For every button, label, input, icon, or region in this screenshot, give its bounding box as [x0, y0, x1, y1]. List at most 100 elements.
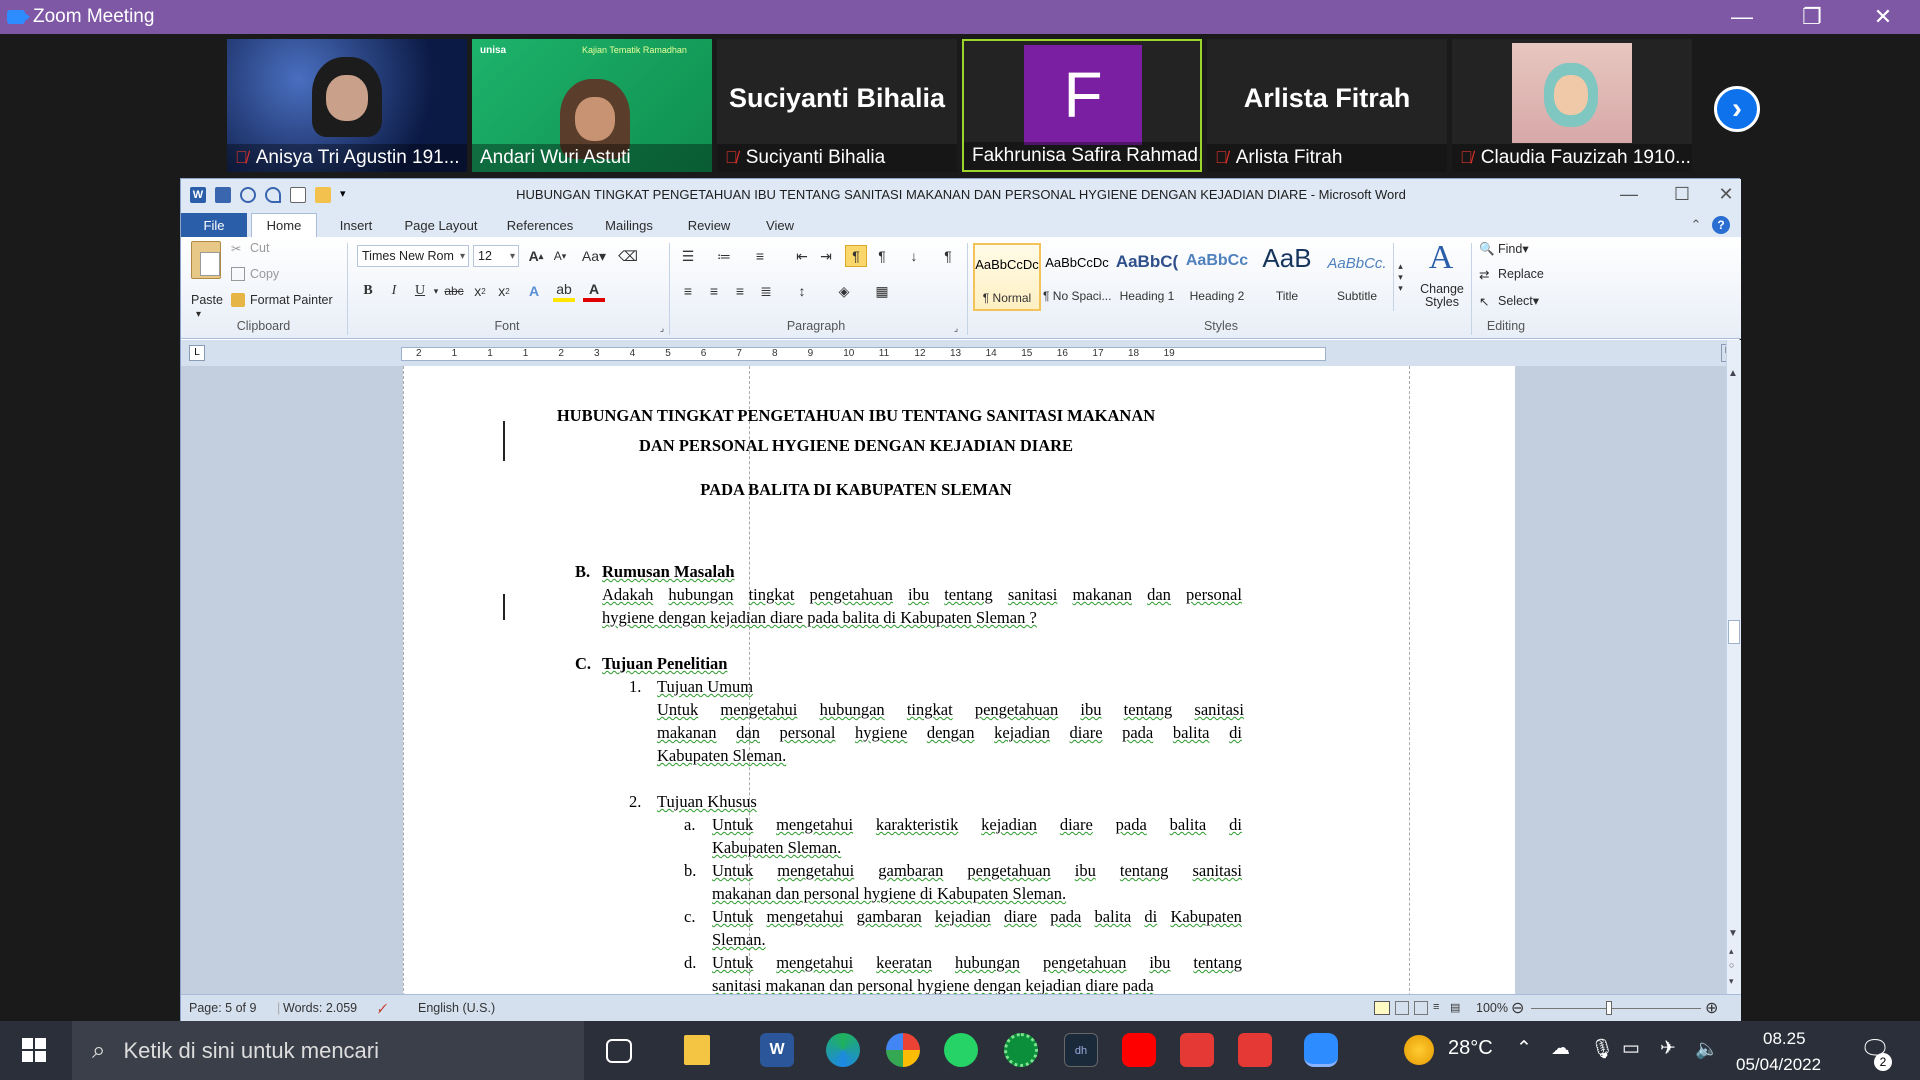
vertical-scrollbar[interactable]: ▲ ▼ ▴ ○ ▾ [1726, 340, 1741, 994]
style-normal[interactable]: AaBbCcDc ¶ Normal [973, 243, 1041, 311]
line-spacing-icon[interactable]: ↕ [791, 280, 813, 302]
word-maximize-button[interactable]: ☐ [1658, 181, 1706, 207]
style-heading-1[interactable]: AaBbC( Heading 1 [1113, 243, 1181, 311]
youtube-icon[interactable] [1122, 1033, 1156, 1067]
video-app-icon[interactable] [1180, 1033, 1214, 1067]
tab-file[interactable]: File [181, 213, 247, 237]
change-styles-icon[interactable]: A [1421, 239, 1461, 279]
clock-time[interactable]: 08.25 [1763, 1029, 1806, 1049]
horizontal-ruler[interactable]: 2 1 1 1 2 3 4 5 6 7 8 9 10 11 12 13 14 15 16 17 18 19 [401, 347, 1326, 361]
edge-icon[interactable] [826, 1033, 860, 1067]
page-count[interactable]: Page: 5 of 9 [189, 1001, 256, 1015]
zoom-level[interactable]: 100% [1476, 1001, 1508, 1015]
decrease-indent-icon[interactable]: ⇤ [791, 245, 813, 267]
participant-tile-active-speaker[interactable]: F Fakhrunisa Safira Rahmad... [962, 39, 1202, 172]
multilevel-list-icon[interactable]: ≡ [749, 245, 771, 267]
tab-mailings[interactable]: Mailings [587, 213, 671, 237]
onedrive-cloud-icon[interactable]: ☁ [1551, 1037, 1570, 1060]
participant-tile[interactable]: 🎙̸ Claudia Fauzizah 1910... [1452, 39, 1692, 172]
style-subtitle[interactable]: AaBbCc. Subtitle [1323, 243, 1391, 311]
next-page-chevron-icon[interactable]: › [1714, 86, 1760, 132]
paste-icon[interactable] [191, 241, 221, 279]
shrink-font-icon[interactable]: A ▾ [549, 245, 571, 267]
subscript-icon[interactable]: x2 [469, 280, 491, 302]
tray-chevron-icon[interactable]: ⌃ [1516, 1037, 1532, 1060]
task-view-icon[interactable] [606, 1039, 632, 1063]
microphone-icon[interactable]: 🎙 [1590, 1037, 1614, 1061]
copy-button[interactable]: Copy [231, 267, 279, 281]
proofing-icon[interactable]: ✓̸ [377, 1001, 387, 1016]
tab-view[interactable]: View [747, 213, 813, 237]
cut-button[interactable]: ✂ Cut [231, 241, 269, 256]
weather-icon[interactable] [1404, 1035, 1434, 1065]
participant-tile[interactable]: Arlista Fitrah 🎙̸ Arlista Fitrah [1207, 39, 1447, 172]
font-color-icon[interactable]: A [583, 280, 605, 302]
bullets-icon[interactable]: ☰ [677, 245, 699, 267]
strikethrough-icon[interactable]: abc [443, 280, 465, 302]
whatsapp-icon[interactable] [944, 1033, 978, 1067]
show-formatting-icon[interactable]: ¶ [937, 245, 959, 267]
select-browse-object-icon[interactable]: ○ [1729, 960, 1734, 970]
outline-view-icon[interactable]: ≡ [1433, 1001, 1439, 1013]
help-icon[interactable]: ? [1711, 213, 1731, 237]
weather-temperature[interactable]: 28°C [1448, 1037, 1493, 1060]
font-size-combo[interactable]: 12 [473, 245, 519, 267]
taskbar-search-box[interactable]: ⌕ Ketik di sini untuk mencari [72, 1021, 584, 1080]
tab-home[interactable]: Home [251, 213, 317, 237]
style-no-spacing[interactable]: AaBbCcDc ¶ No Spaci... [1043, 243, 1111, 311]
web-layout-icon[interactable] [1414, 1001, 1428, 1015]
text-effects-icon[interactable]: A [523, 280, 545, 302]
tab-insert[interactable]: Insert [321, 213, 391, 237]
zoom-out-icon[interactable]: ⊖ [1511, 998, 1524, 1018]
previous-page-icon[interactable]: ▴ [1729, 946, 1734, 957]
participant-tile[interactable]: Suciyanti Bihalia 🎙̸ Suciyanti Bihalia [717, 39, 957, 172]
tab-page-layout[interactable]: Page Layout [391, 213, 491, 237]
select-button[interactable]: ↖ Select ▾ [1479, 293, 1539, 309]
scroll-thumb[interactable] [1728, 620, 1740, 644]
paragraph-dialog-launcher-icon[interactable]: ⌟ [945, 317, 967, 339]
align-right-icon[interactable]: ≡ [729, 280, 751, 302]
next-page-icon[interactable]: ▾ [1729, 976, 1734, 987]
word-taskbar-icon[interactable]: W [760, 1033, 794, 1067]
language-indicator[interactable]: English (U.S.) [418, 1001, 495, 1015]
close-button[interactable]: ✕ [1848, 0, 1918, 34]
tab-selector-icon[interactable]: L [189, 345, 205, 361]
battery-icon[interactable]: ▭ [1622, 1037, 1640, 1060]
restore-button[interactable]: ❐ [1777, 0, 1847, 34]
styles-scroll-icon[interactable]: ▴ ▾ ▾ [1393, 243, 1407, 311]
scroll-up-icon[interactable]: ▲ [1728, 368, 1738, 379]
app-green-icon[interactable] [1004, 1033, 1038, 1067]
windows-start-icon[interactable] [22, 1038, 46, 1062]
word-count[interactable]: Words: 2.059 [283, 1001, 357, 1015]
volume-icon[interactable]: 🔈 [1695, 1037, 1719, 1061]
italic-icon[interactable]: I [383, 280, 405, 302]
change-styles-button[interactable]: Change Styles [1415, 283, 1469, 309]
google-icon[interactable] [886, 1033, 920, 1067]
style-heading-2[interactable]: AaBbCc Heading 2 [1183, 243, 1251, 311]
bold-icon[interactable]: B [357, 280, 379, 302]
word-close-button[interactable]: ✕ [1711, 181, 1741, 207]
zoom-slider-thumb[interactable] [1606, 1001, 1612, 1015]
format-painter-button[interactable]: Format Painter [231, 293, 333, 307]
ltr-direction-icon[interactable]: ¶ [845, 245, 867, 267]
clock-date[interactable]: 05/04/2022 [1736, 1055, 1821, 1075]
print-layout-view-icon[interactable] [1374, 1001, 1390, 1015]
find-button[interactable]: 🔍 Find ▾ [1479, 241, 1529, 257]
word-minimize-button[interactable]: — [1605, 181, 1653, 207]
clear-formatting-icon[interactable]: ⌫ [617, 245, 639, 267]
app-dark-icon[interactable]: dh [1064, 1033, 1098, 1067]
replace-button[interactable]: ⇄ Replace [1479, 267, 1544, 282]
numbering-icon[interactable]: ≔ [713, 245, 735, 267]
superscript-icon[interactable]: x2 [493, 280, 515, 302]
font-name-combo[interactable]: Times New Rom [357, 245, 469, 267]
tab-review[interactable]: Review [671, 213, 747, 237]
document-page[interactable]: HUBUNGAN TINGKAT PENGETAHUAN IBU TENTANG… [403, 366, 1515, 994]
change-case-icon[interactable]: Aa▾ [579, 245, 609, 267]
full-screen-reading-icon[interactable] [1395, 1001, 1409, 1015]
minimize-ribbon-icon[interactable]: ⌃ [1686, 213, 1706, 237]
scroll-down-icon[interactable]: ▼ [1728, 928, 1738, 939]
shading-icon[interactable]: ◈ [833, 280, 855, 302]
draft-view-icon[interactable]: ▤ [1450, 1001, 1460, 1014]
sort-icon[interactable]: ↓ [903, 245, 925, 267]
align-center-icon[interactable]: ≡ [703, 280, 725, 302]
